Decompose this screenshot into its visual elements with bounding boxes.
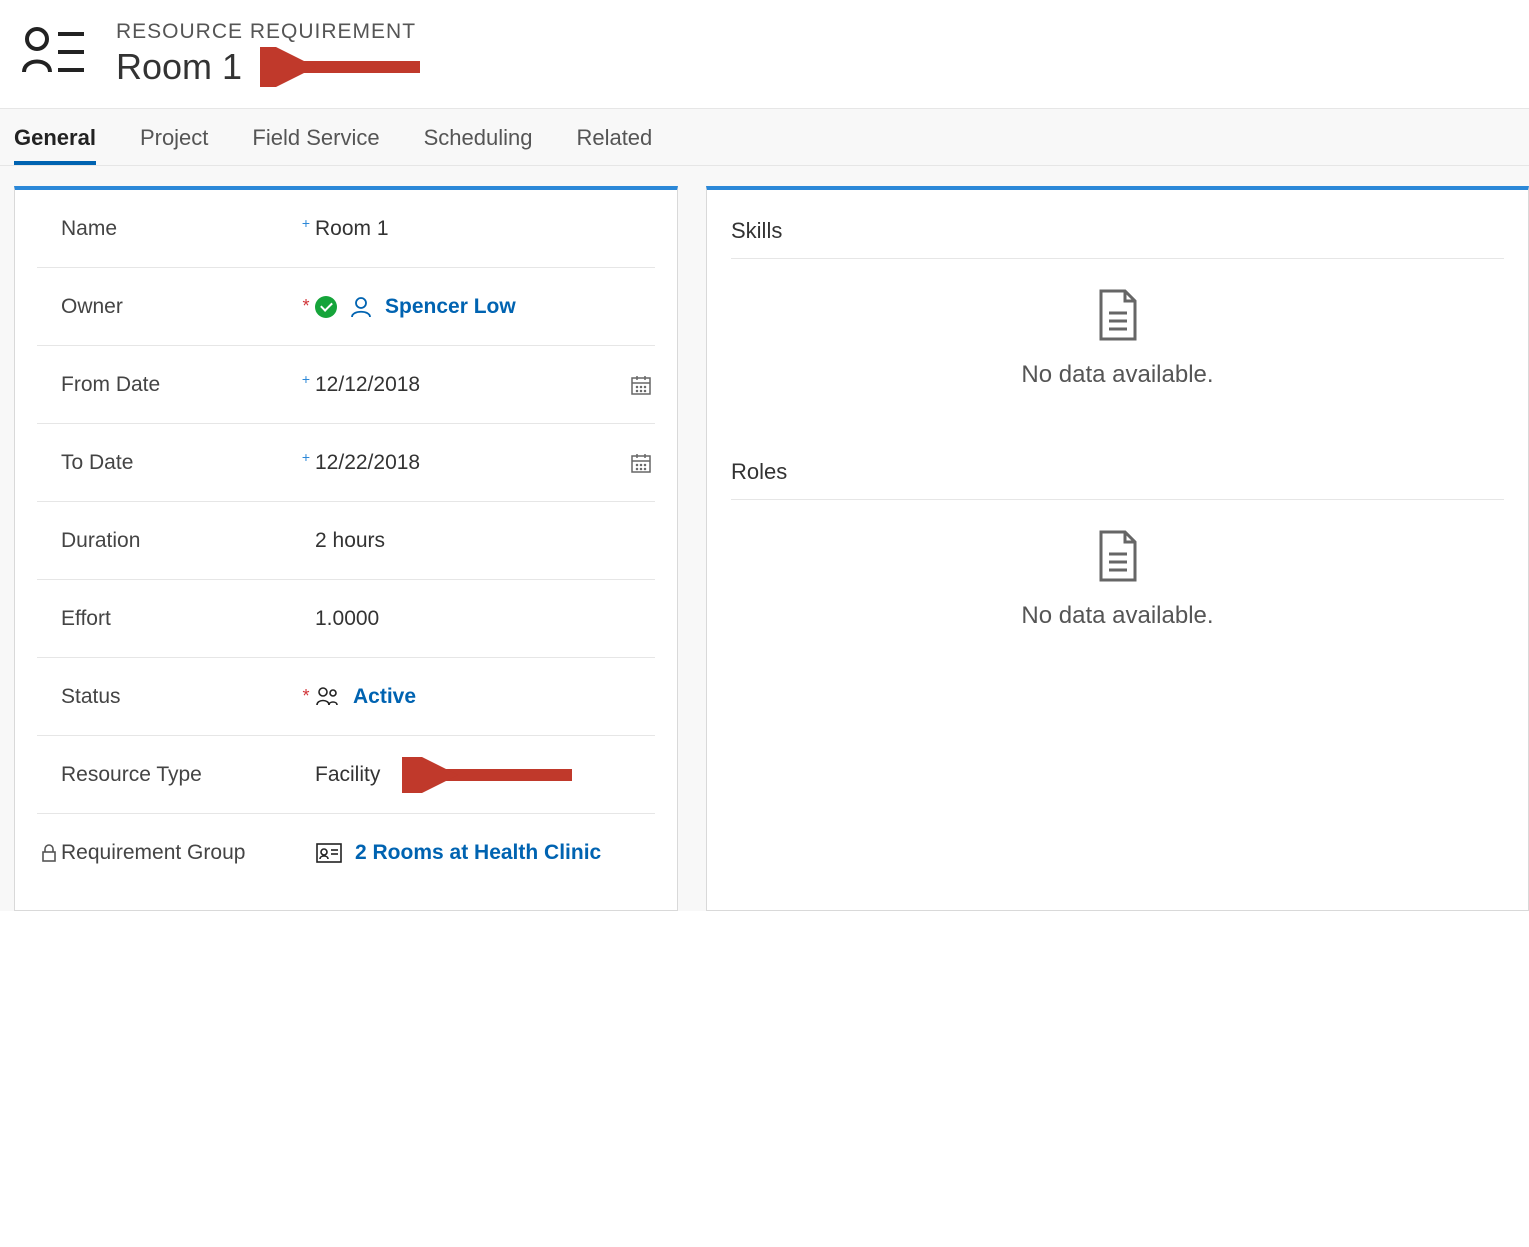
roles-empty-state: No data available.	[731, 500, 1504, 672]
page-subtitle: RESOURCE REQUIREMENT	[116, 20, 430, 44]
status-link[interactable]: Active	[353, 685, 655, 709]
field-row-status: Status * Active	[37, 658, 655, 736]
calendar-icon[interactable]	[627, 371, 655, 399]
person-icon	[349, 295, 373, 319]
tab-field-service[interactable]: Field Service	[252, 109, 379, 165]
arrow-annotation-resource-type	[402, 757, 582, 793]
calendar-icon[interactable]	[627, 449, 655, 477]
resource-requirement-icon	[20, 24, 88, 85]
roles-empty-message: No data available.	[731, 602, 1504, 630]
required-marker: *	[297, 296, 315, 317]
verified-check-icon	[315, 296, 337, 318]
field-row-effort: Effort 1.0000	[37, 580, 655, 658]
tab-general[interactable]: General	[14, 109, 96, 165]
document-icon	[731, 287, 1504, 343]
label-resource-type: Resource Type	[61, 763, 297, 787]
field-row-owner: Owner * Spencer Low	[37, 268, 655, 346]
document-icon	[731, 528, 1504, 584]
lookup-requirement-group[interactable]: 2 Rooms at Health Clinic	[315, 841, 655, 865]
tab-scheduling[interactable]: Scheduling	[424, 109, 533, 165]
label-name: Name	[61, 217, 297, 241]
section-skills-title: Skills	[731, 190, 1504, 259]
field-row-requirement-group: Requirement Group 2 Rooms at Health Clin…	[37, 814, 655, 892]
input-resource-type[interactable]: Facility	[315, 757, 655, 793]
requirement-group-link[interactable]: 2 Rooms at Health Clinic	[355, 841, 655, 865]
field-row-to-date: To Date + 12/22/2018	[37, 424, 655, 502]
input-from-date[interactable]: 12/12/2018	[315, 371, 655, 399]
status-icon	[315, 685, 341, 709]
label-from-date: From Date	[61, 373, 297, 397]
skills-empty-message: No data available.	[731, 361, 1504, 389]
recommended-marker: +	[297, 371, 315, 387]
tabs-bar: General Project Field Service Scheduling…	[0, 108, 1529, 166]
side-panel: Skills No data available. Roles	[706, 186, 1529, 911]
field-row-duration: Duration 2 hours	[37, 502, 655, 580]
required-marker: *	[297, 686, 315, 707]
input-duration[interactable]: 2 hours	[315, 529, 655, 553]
field-row-name: Name + Room 1	[37, 190, 655, 268]
recommended-marker: +	[297, 449, 315, 465]
lock-icon	[37, 843, 61, 863]
input-to-date[interactable]: 12/22/2018	[315, 449, 655, 477]
lookup-status[interactable]: Active	[315, 685, 655, 709]
label-requirement-group: Requirement Group	[61, 841, 297, 865]
label-to-date: To Date	[61, 451, 297, 475]
recommended-marker: +	[297, 215, 315, 231]
label-owner: Owner	[61, 295, 297, 319]
tab-project[interactable]: Project	[140, 109, 208, 165]
label-effort: Effort	[61, 607, 297, 631]
owner-link[interactable]: Spencer Low	[385, 295, 655, 319]
page-header: RESOURCE REQUIREMENT Room 1	[0, 0, 1529, 108]
tab-related[interactable]: Related	[576, 109, 652, 165]
field-row-resource-type: Resource Type Facility	[37, 736, 655, 814]
lookup-owner[interactable]: Spencer Low	[315, 295, 655, 319]
general-form-panel: Name + Room 1 Owner *	[14, 186, 678, 911]
page-title: Room 1	[116, 46, 242, 88]
label-status: Status	[61, 685, 297, 709]
contact-card-icon	[315, 842, 343, 864]
skills-empty-state: No data available.	[731, 259, 1504, 431]
input-name[interactable]: Room 1	[315, 217, 655, 241]
content-area: Name + Room 1 Owner *	[0, 166, 1529, 911]
section-roles-title: Roles	[731, 431, 1504, 500]
input-effort[interactable]: 1.0000	[315, 607, 655, 631]
field-row-from-date: From Date + 12/12/2018	[37, 346, 655, 424]
arrow-annotation-title	[260, 47, 430, 87]
label-duration: Duration	[61, 529, 297, 553]
